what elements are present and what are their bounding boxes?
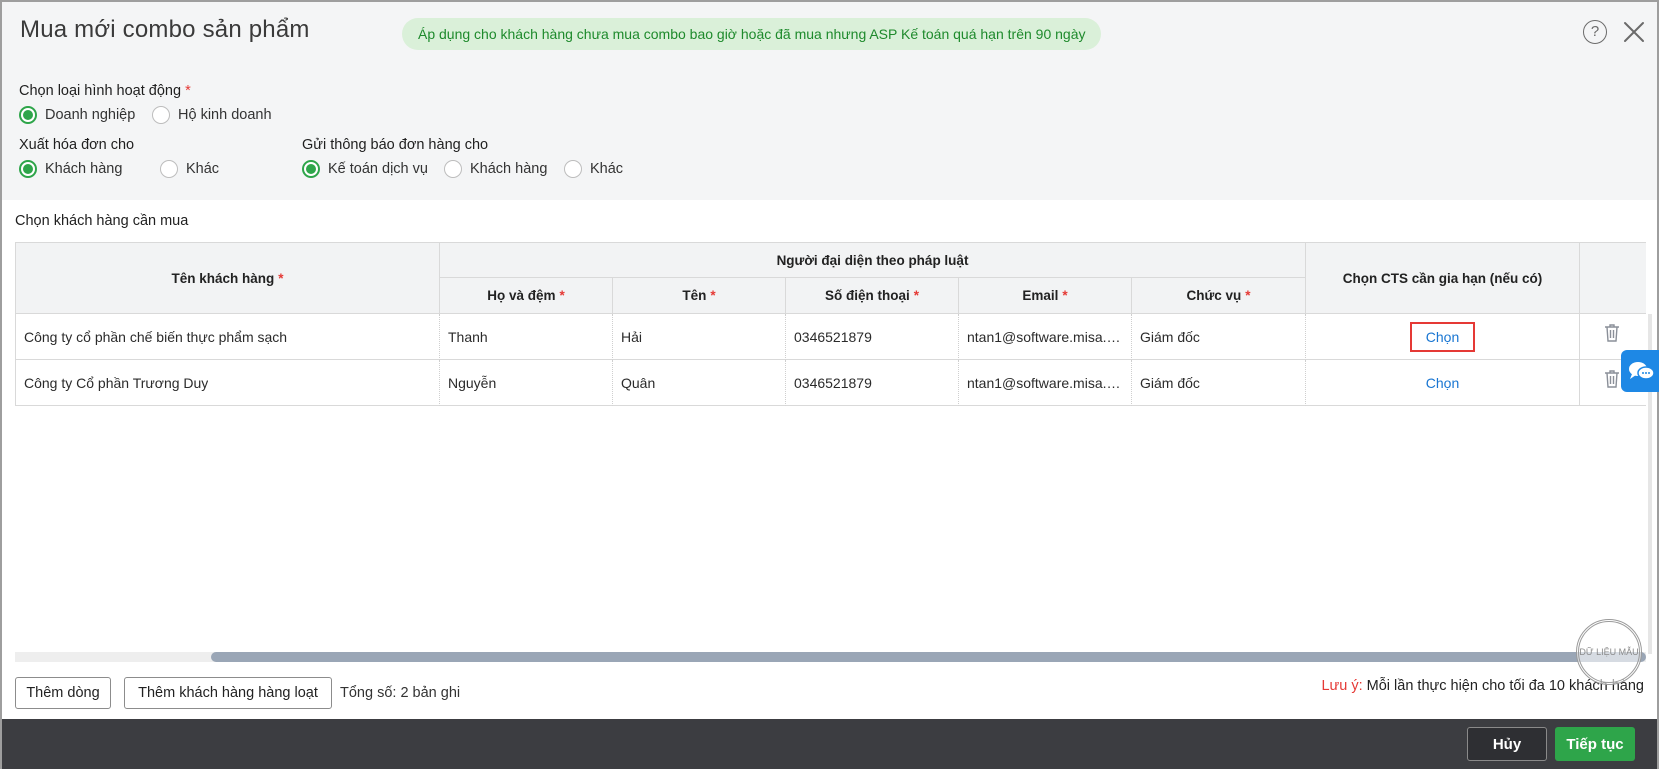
- invoice-to-label: Xuất hóa đơn cho: [19, 137, 135, 153]
- required-mark: *: [710, 288, 716, 303]
- cell-text: Giám đốc: [1140, 374, 1200, 391]
- trash-icon[interactable]: [1602, 322, 1622, 344]
- radio-doanh-nghiep[interactable]: Doanh nghiệp: [19, 106, 135, 124]
- required-mark: *: [1062, 288, 1068, 303]
- customer-table: Tên khách hàng * Người đại diện theo pháp…: [15, 242, 1646, 652]
- required-mark: *: [185, 83, 191, 99]
- table-row-2-customer-name[interactable]: Công ty Cổ phần Trương Duy: [15, 360, 440, 406]
- customer-section-title: Chọn khách hàng cần mua: [15, 213, 189, 229]
- radio-circle[interactable]: [564, 160, 582, 178]
- radio-label: Doanh nghiệp: [45, 107, 136, 123]
- header-last-middle: Họ và đệm *: [440, 278, 613, 314]
- header-legal-rep-group: Người đại diện theo pháp luật: [440, 242, 1306, 278]
- dialog-title: Mua mới combo sản phẩm: [20, 16, 310, 43]
- bulk-add-customers-button[interactable]: Thêm khách hàng hàng loạt: [124, 677, 332, 709]
- table-row-2-email[interactable]: ntan1@software.misa.com.vn: [959, 360, 1132, 406]
- table-row-2-phone[interactable]: 0346521879: [786, 360, 959, 406]
- radio-label: Hộ kinh doanh: [178, 107, 272, 123]
- continue-button[interactable]: Tiếp tục: [1555, 727, 1635, 761]
- cell-text: Quân: [621, 374, 656, 391]
- header-text: Họ và đệm: [487, 288, 556, 303]
- table-row-1-cts: Chọn: [1306, 314, 1580, 360]
- cell-text: 0346521879: [794, 328, 872, 345]
- radio-ho-kinh-doanh[interactable]: Hộ kinh doanh: [152, 106, 272, 124]
- radio-invoice-khac[interactable]: Khác: [160, 160, 219, 178]
- radio-label: Khác: [590, 161, 624, 177]
- table-row-1-last-middle[interactable]: Thanh: [440, 314, 613, 360]
- dialog-header: Mua mới combo sản phẩm Áp dụng cho khách…: [2, 2, 1657, 66]
- chat-icon: [1629, 362, 1655, 380]
- cell-text: Công ty cổ phần chế biến thực phẩm sạch: [24, 328, 288, 345]
- sample-data-stamp: DỮ LIỆU MẪU: [1576, 619, 1642, 685]
- cell-text: Thanh: [448, 328, 488, 345]
- radio-invoice-khach-hang[interactable]: Khách hàng: [19, 160, 122, 178]
- add-row-button[interactable]: Thêm dòng: [15, 677, 111, 709]
- radio-notify-khac[interactable]: Khác: [564, 160, 623, 178]
- cancel-button[interactable]: Hủy: [1467, 727, 1547, 761]
- table-row-1-email[interactable]: ntan1@software.misa.com.vn: [959, 314, 1132, 360]
- radio-circle[interactable]: [160, 160, 178, 178]
- eligibility-notice: Áp dụng cho khách hàng chưa mua combo ba…: [402, 18, 1102, 50]
- required-mark: *: [278, 270, 284, 286]
- header-actions: [1580, 242, 1646, 314]
- cell-text: 0346521879: [794, 374, 872, 391]
- radio-label: Khác: [186, 161, 220, 177]
- cell-text: Nguyễn: [448, 374, 497, 391]
- header-text: Tên khách hàng: [171, 270, 275, 286]
- table-row-2-cts: Chọn: [1306, 360, 1580, 406]
- header-first-name: Tên *: [613, 278, 786, 314]
- header-cts: Chọn CTS cần gia hạn (nếu có): [1306, 242, 1580, 314]
- radio-circle[interactable]: [152, 106, 170, 124]
- notify-to-label: Gửi thông báo đơn hàng cho: [302, 137, 489, 153]
- activity-type-label-text: Chọn loại hình hoạt động: [19, 83, 182, 99]
- radio-notify-ke-toan-dich-vu[interactable]: Kế toán dịch vụ: [302, 160, 428, 178]
- header-phone: Số điện thoại *: [786, 278, 959, 314]
- header-text: Số điện thoại: [824, 288, 910, 303]
- radio-circle[interactable]: [444, 160, 462, 178]
- table-row-2-first-name[interactable]: Quân: [613, 360, 786, 406]
- choose-cts-button[interactable]: Chọn: [1426, 375, 1459, 391]
- required-mark: *: [913, 288, 920, 303]
- table-row-1-customer-name[interactable]: Công ty cổ phần chế biến thực phẩm sạch: [15, 314, 440, 360]
- table-row-2-position[interactable]: Giám đốc: [1132, 360, 1306, 406]
- dialog-footer-bar: Hủy Tiếp tục: [2, 719, 1657, 769]
- header-text: Email: [1022, 288, 1059, 303]
- radio-label: Khách hàng: [45, 161, 123, 177]
- cell-text: Giám đốc: [1140, 328, 1200, 345]
- required-mark: *: [1245, 288, 1251, 303]
- table-row-1-phone[interactable]: 0346521879: [786, 314, 959, 360]
- cell-text: ntan1@software.misa.com.vn: [967, 374, 1122, 391]
- radio-circle[interactable]: [19, 160, 37, 178]
- chat-support-button[interactable]: [1621, 350, 1659, 392]
- activity-type-label: Chọn loại hình hoạt động *: [19, 83, 191, 99]
- trash-icon[interactable]: [1602, 368, 1622, 390]
- table-row-1-position[interactable]: Giám đốc: [1132, 314, 1306, 360]
- header-email: Email *: [959, 278, 1132, 314]
- required-mark: *: [559, 288, 565, 303]
- purchase-combo-dialog: Mua mới combo sản phẩm Áp dụng cho khách…: [0, 0, 1659, 769]
- note-label: Lưu ý:: [1321, 678, 1363, 694]
- choose-cts-button[interactable]: Chọn: [1409, 321, 1476, 352]
- table-row-2-last-middle[interactable]: Nguyễn: [440, 360, 613, 406]
- cell-text: ntan1@software.misa.com.vn: [967, 328, 1122, 345]
- cell-text: Hải: [621, 328, 643, 345]
- close-icon[interactable]: [1620, 18, 1648, 46]
- radio-notify-khach-hang[interactable]: Khách hàng: [444, 160, 547, 178]
- radio-label: Kế toán dịch vụ: [328, 161, 428, 177]
- header-customer-name: Tên khách hàng *: [15, 242, 440, 314]
- table-row-1-first-name[interactable]: Hải: [613, 314, 786, 360]
- radio-label: Khách hàng: [470, 161, 548, 177]
- help-icon[interactable]: ?: [1583, 20, 1607, 44]
- horizontal-scrollbar[interactable]: [15, 652, 1646, 662]
- radio-circle[interactable]: [19, 106, 37, 124]
- record-count: Tổng số: 2 bản ghi: [340, 685, 461, 701]
- radio-circle[interactable]: [302, 160, 320, 178]
- cell-text: Công ty Cổ phần Trương Duy: [24, 374, 209, 391]
- header-position: Chức vụ *: [1132, 278, 1306, 314]
- header-text: Chức vụ: [1186, 288, 1242, 303]
- purchase-options: Chọn loại hình hoạt động * Doanh nghiệp H…: [2, 66, 1657, 200]
- scrollbar-thumb[interactable]: [211, 652, 1646, 662]
- header-text: Tên: [682, 288, 707, 303]
